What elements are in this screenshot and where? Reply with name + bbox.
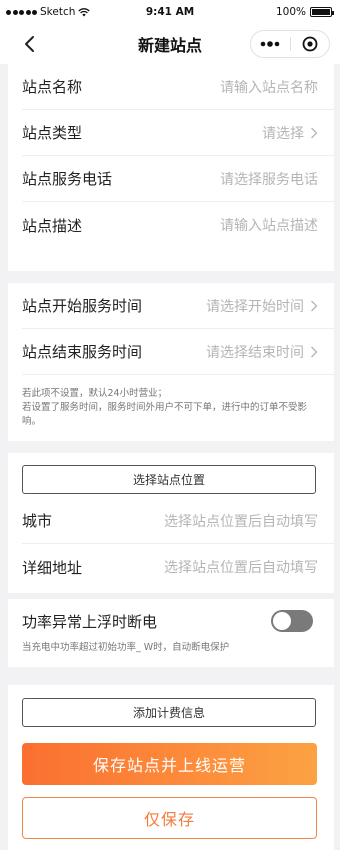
station-name-input[interactable]: 请输入站点名称 (220, 77, 318, 97)
address-value: 选择站点位置后自动填写 (164, 560, 318, 576)
service-phone-row[interactable]: 站点服务电话 请选择服务电话 (22, 156, 334, 202)
mini-program-capsule (250, 30, 330, 58)
city-label: 城市 (22, 512, 53, 530)
target-circle-icon (302, 36, 318, 52)
service-phone-label: 站点服务电话 (22, 170, 113, 188)
save-only-button[interactable]: 仅保存 (22, 797, 317, 839)
station-description-row[interactable]: 站点描述 请输入站点描述 (22, 202, 334, 248)
status-bar: Sketch 9:41 AM 100% (0, 0, 340, 24)
address-row: 详细地址 选择站点位置后自动填写 (22, 544, 334, 590)
end-time-select[interactable]: 请选择结束时间 (206, 342, 318, 362)
chevron-right-icon (311, 346, 318, 357)
battery-percent: 100% (275, 6, 306, 18)
navigation-bar: 新建站点 (0, 24, 340, 64)
end-time-label: 站点结束服务时间 (22, 343, 143, 361)
save-and-publish-button[interactable]: 保存站点并上线运营 (22, 743, 317, 785)
basic-info-section: 站点名称 请输入站点名称 站点类型 请选择 站点服务电话 请选择服务电话 站点描… (8, 64, 334, 271)
end-time-row[interactable]: 站点结束服务时间 请选择结束时间 (22, 329, 334, 375)
start-time-row[interactable]: 站点开始服务时间 请选择开始时间 (22, 283, 334, 329)
chevron-right-icon (311, 127, 318, 138)
service-time-section: 站点开始服务时间 请选择开始时间 站点结束服务时间 请选择结束时间 若此项不设置… (8, 283, 334, 441)
location-section: 选择站点位置 城市 选择站点位置后自动填写 详细地址 选择站点位置后自动填写 (8, 453, 334, 593)
battery-icon (310, 7, 334, 17)
hint-line-2: 若设置了服务时间，服务时间外用户不可下单，进行中的订单不受影响。 (22, 402, 308, 427)
page-title: 新建站点 (137, 36, 202, 55)
service-time-hint: 若此项不设置，默认24小时营业； 若设置了服务时间，服务时间外用户不可下单，进行… (22, 387, 322, 429)
power-cutoff-toggle[interactable] (271, 610, 313, 632)
station-type-select[interactable]: 请选择 (262, 123, 318, 143)
more-button[interactable] (251, 31, 290, 57)
address-label: 详细地址 (22, 558, 83, 577)
close-capsule-button[interactable] (291, 31, 330, 57)
station-type-label: 站点类型 (22, 124, 83, 142)
power-cutoff-label: 功率异常上浮时断电 (22, 612, 158, 631)
add-billing-button[interactable]: 添加计费信息 (22, 698, 316, 727)
battery-info: 100% (275, 6, 334, 18)
station-description-input[interactable]: 请输入站点描述 (220, 215, 318, 235)
city-value: 选择站点位置后自动填写 (164, 513, 318, 530)
station-type-row[interactable]: 站点类型 请选择 (22, 110, 334, 156)
start-time-select[interactable]: 请选择开始时间 (206, 296, 318, 316)
more-dots-icon (260, 41, 280, 47)
station-name-label: 站点名称 (22, 78, 83, 96)
city-row: 城市 选择站点位置后自动填写 (22, 498, 334, 544)
start-time-label: 站点开始服务时间 (22, 297, 143, 315)
station-name-row[interactable]: 站点名称 请输入站点名称 (22, 64, 334, 110)
chevron-right-icon (311, 300, 318, 311)
toggle-knob (273, 612, 291, 630)
hint-line-1: 若此项不设置，默认24小时营业； (22, 388, 168, 399)
service-phone-input[interactable]: 请选择服务电话 (220, 169, 318, 189)
station-description-label: 站点描述 (22, 216, 83, 235)
back-arrow-icon[interactable] (20, 34, 40, 54)
power-protection-section: 功率异常上浮时断电 当充电中功率超过初始功率_ W时，自动断电保护 (8, 599, 334, 667)
select-location-button[interactable]: 选择站点位置 (22, 465, 316, 494)
power-cutoff-hint: 当充电中功率超过初始功率_ W时，自动断电保护 (22, 642, 230, 653)
